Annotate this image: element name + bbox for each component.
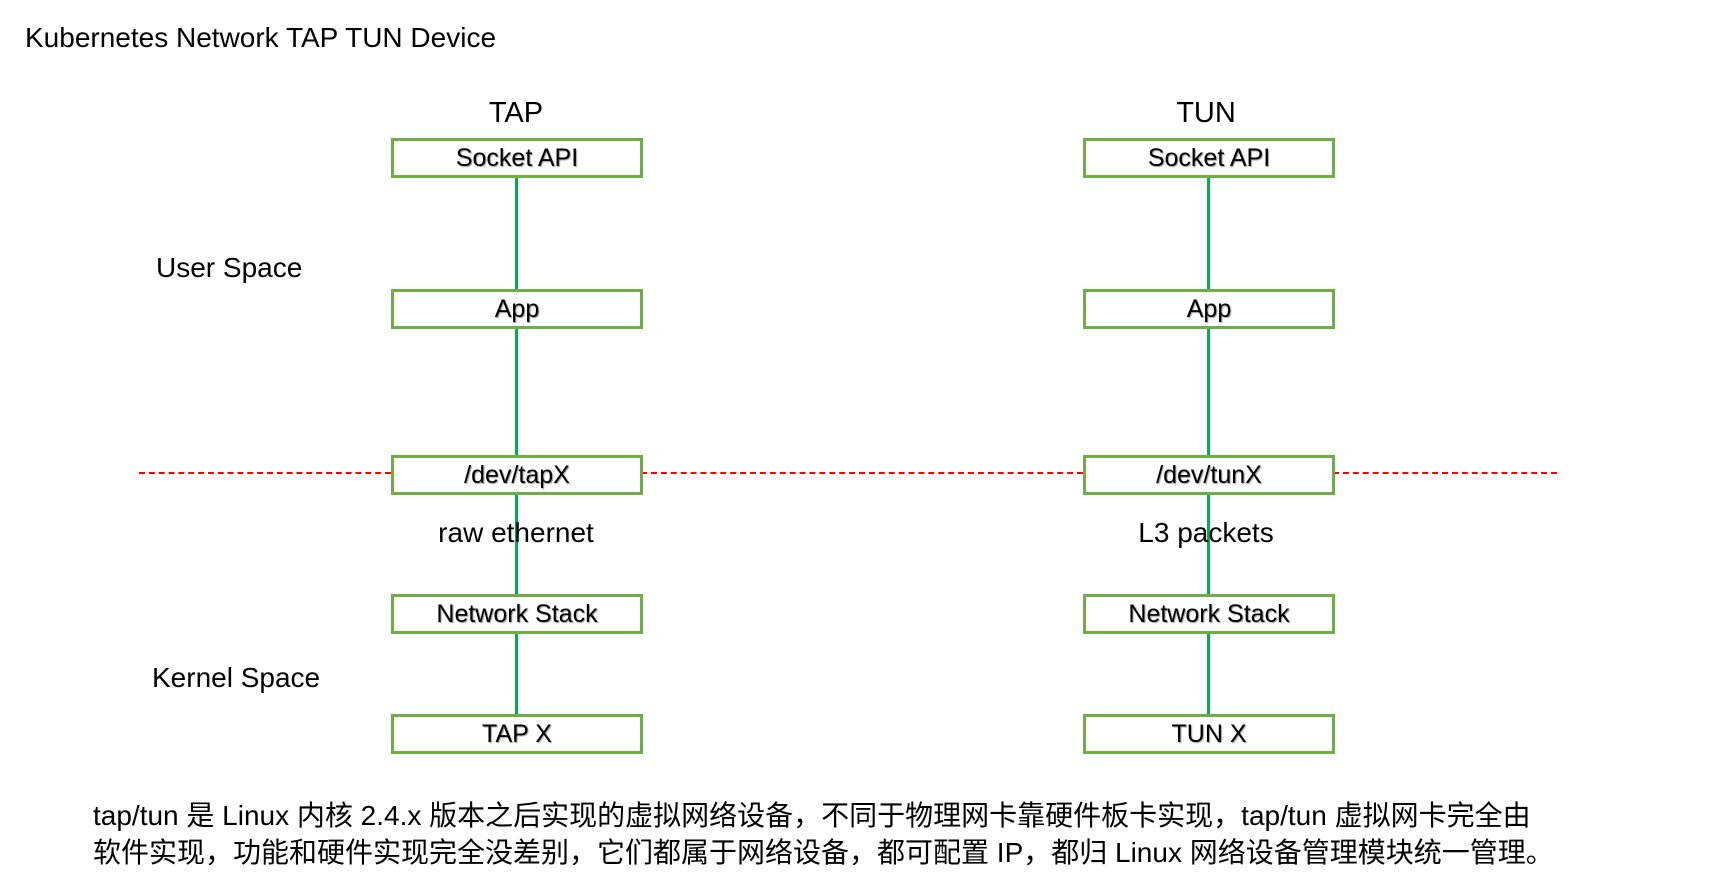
- tap-dev-box: /dev/tapX: [391, 455, 643, 495]
- user-kernel-boundary-line: [1333, 472, 1557, 474]
- user-kernel-boundary-line: [139, 472, 391, 474]
- tun-socket-api-box: Socket API: [1083, 138, 1335, 178]
- tun-dev-box: /dev/tunX: [1083, 455, 1335, 495]
- tun-link-label: L3 packets: [1138, 517, 1274, 548]
- tap-socket-api-box: Socket API: [391, 138, 643, 178]
- user-kernel-boundary-line: [641, 472, 1083, 474]
- kernel-space-label: Kernel Space: [152, 662, 321, 693]
- user-space-label: User Space: [156, 252, 303, 283]
- tun-x-box: TUN X: [1083, 714, 1335, 754]
- tun-label: TUN: [1176, 97, 1236, 129]
- tap-x-box: TAP X: [391, 714, 643, 754]
- description-line: 软件实现，功能和硬件实现完全没差别，它们都属于网络设备，都可配置 IP，都归 L…: [93, 837, 1554, 868]
- tun-network-stack-box: Network Stack: [1083, 594, 1335, 634]
- tap-network-stack-box: Network Stack: [391, 594, 643, 634]
- page-title: Kubernetes Network TAP TUN Device: [25, 22, 497, 53]
- tap-label: TAP: [488, 97, 544, 129]
- tap-app-box: App: [391, 289, 643, 329]
- tap-link-label: raw ethernet: [438, 517, 594, 548]
- tun-app-box: App: [1083, 289, 1335, 329]
- description: tap/tun 是 Linux 内核 2.4.x 版本之后实现的虚拟网络设备，不…: [93, 797, 1554, 871]
- description-line: tap/tun 是 Linux 内核 2.4.x 版本之后实现的虚拟网络设备，不…: [93, 800, 1531, 831]
